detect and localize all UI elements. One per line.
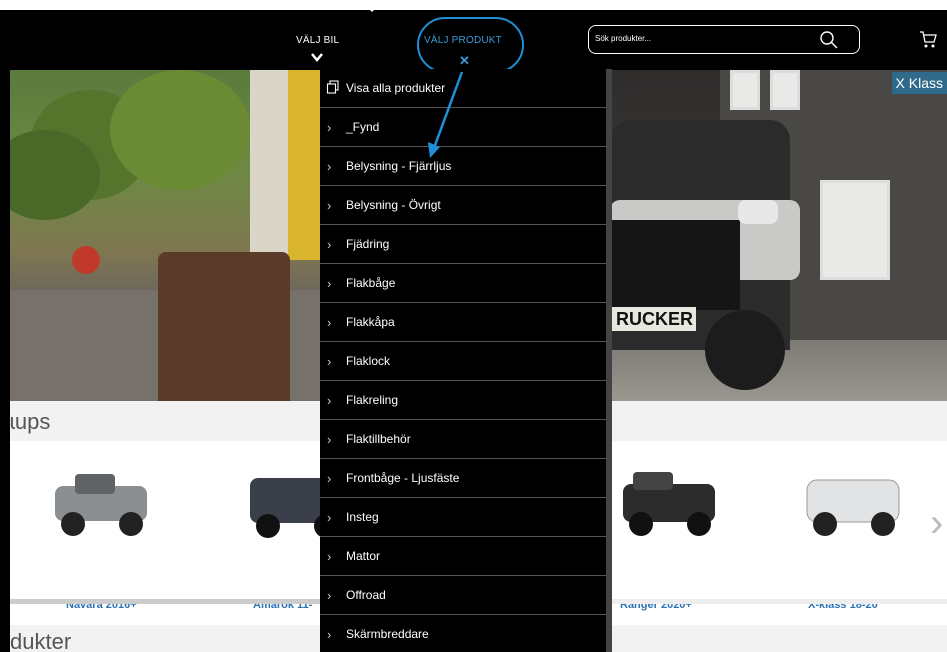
cart-icon[interactable] xyxy=(918,29,938,49)
product-dropdown-menu: Visa alla produkter › _Fynd › Belysning … xyxy=(320,69,612,652)
corner-notch xyxy=(360,0,384,12)
chevron-right-icon: › xyxy=(327,510,332,525)
menu-item-belysning-fjarrljus[interactable]: › Belysning - Fjärrljus xyxy=(320,147,606,186)
search-icon[interactable] xyxy=(819,30,839,50)
page-frame: RUCKER X Klass ɩups Navara 2016+ Amarok … xyxy=(0,0,947,652)
chevron-right-icon: › xyxy=(327,276,332,291)
menu-item-belysning-ovrigt[interactable]: › Belysning - Övrigt xyxy=(320,186,606,225)
menu-item-insteg[interactable]: › Insteg xyxy=(320,498,606,537)
menu-item-label: Frontbåge - Ljusfäste xyxy=(346,471,460,485)
chevron-right-icon: › xyxy=(327,237,332,252)
chevron-right-icon: › xyxy=(327,198,332,213)
hero-image-right: RUCKER X Klass xyxy=(610,70,947,401)
menu-item-label: Flakreling xyxy=(346,393,399,407)
chevron-right-icon: › xyxy=(327,549,332,564)
menu-item-flaktillbehor[interactable]: › Flaktillbehör xyxy=(320,420,606,459)
menu-item-fynd[interactable]: › _Fynd xyxy=(320,108,606,147)
dropdown-scrollbar[interactable] xyxy=(606,69,612,652)
menu-item-label: _Fynd xyxy=(346,120,380,134)
menu-item-flakreling[interactable]: › Flakreling xyxy=(320,381,606,420)
chevron-right-icon: › xyxy=(327,627,332,642)
annotation-highlight-ring xyxy=(417,17,524,73)
chevron-right-icon: › xyxy=(327,588,332,603)
menu-item-flakkapa[interactable]: › Flakkåpa xyxy=(320,303,606,342)
headlight xyxy=(738,200,778,224)
chevron-down-icon[interactable] xyxy=(310,50,324,64)
menu-item-fjadring[interactable]: › Fjädring xyxy=(320,225,606,264)
chevron-right-icon: › xyxy=(327,471,332,486)
planter xyxy=(158,252,290,401)
carousel-next-icon[interactable]: › xyxy=(930,501,943,546)
chevron-right-icon: › xyxy=(327,432,332,447)
car-image xyxy=(623,472,715,536)
hero-image-left xyxy=(10,70,322,401)
pickups-title: ɩups xyxy=(10,409,51,434)
menu-item-mattor[interactable]: › Mattor xyxy=(320,537,606,576)
menu-item-label: Flakbåge xyxy=(346,276,396,290)
top-border xyxy=(0,0,947,10)
menu-item-skarmbreddare[interactable]: › Skärmbreddare xyxy=(320,615,606,652)
road-sign xyxy=(72,246,100,274)
menu-item-frontbage[interactable]: › Frontbåge - Ljusfäste xyxy=(320,459,606,498)
menu-item-label: Flakkåpa xyxy=(346,315,395,329)
menu-item-flaklock[interactable]: › Flaklock xyxy=(320,342,606,381)
chevron-right-icon: › xyxy=(327,315,332,330)
menu-item-label: Fjädring xyxy=(346,237,390,251)
menu-item-label: Skärmbreddare xyxy=(346,627,429,641)
search-input[interactable]: Sök produkter... xyxy=(595,34,651,43)
chevron-right-icon: › xyxy=(327,120,332,135)
chevron-right-icon: › xyxy=(327,159,332,174)
search-box[interactable]: Sök produkter... xyxy=(588,25,860,54)
menu-item-label: Mattor xyxy=(346,549,381,563)
menu-item-label: Visa alla produkter xyxy=(346,81,446,95)
chevron-right-icon: › xyxy=(327,393,332,408)
menu-item-label: Offroad xyxy=(346,588,386,602)
car-image xyxy=(55,474,147,536)
menu-item-visa-alla[interactable]: Visa alla produkter xyxy=(320,69,606,108)
car-image xyxy=(806,479,900,536)
menu-item-label: Insteg xyxy=(346,510,379,524)
copy-icon xyxy=(326,80,339,94)
menu-item-label: Flaktillbehör xyxy=(346,432,411,446)
menu-item-label: Belysning - Fjärrljus xyxy=(346,159,452,173)
menu-item-label: Flaklock xyxy=(346,354,391,368)
chevron-right-icon: › xyxy=(327,354,332,369)
license-plate: RUCKER xyxy=(610,307,696,331)
x-klass-badge[interactable]: X Klass xyxy=(891,72,947,94)
nav-valj-bil[interactable]: VÄLJ BIL xyxy=(296,35,339,46)
menu-item-offroad[interactable]: › Offroad xyxy=(320,576,606,615)
products-title: dukter xyxy=(10,629,72,652)
menu-item-flakbage[interactable]: › Flakbåge xyxy=(320,264,606,303)
menu-item-label: Belysning - Övrigt xyxy=(346,198,441,212)
carousel-scrollbar-thumb[interactable] xyxy=(10,599,320,604)
